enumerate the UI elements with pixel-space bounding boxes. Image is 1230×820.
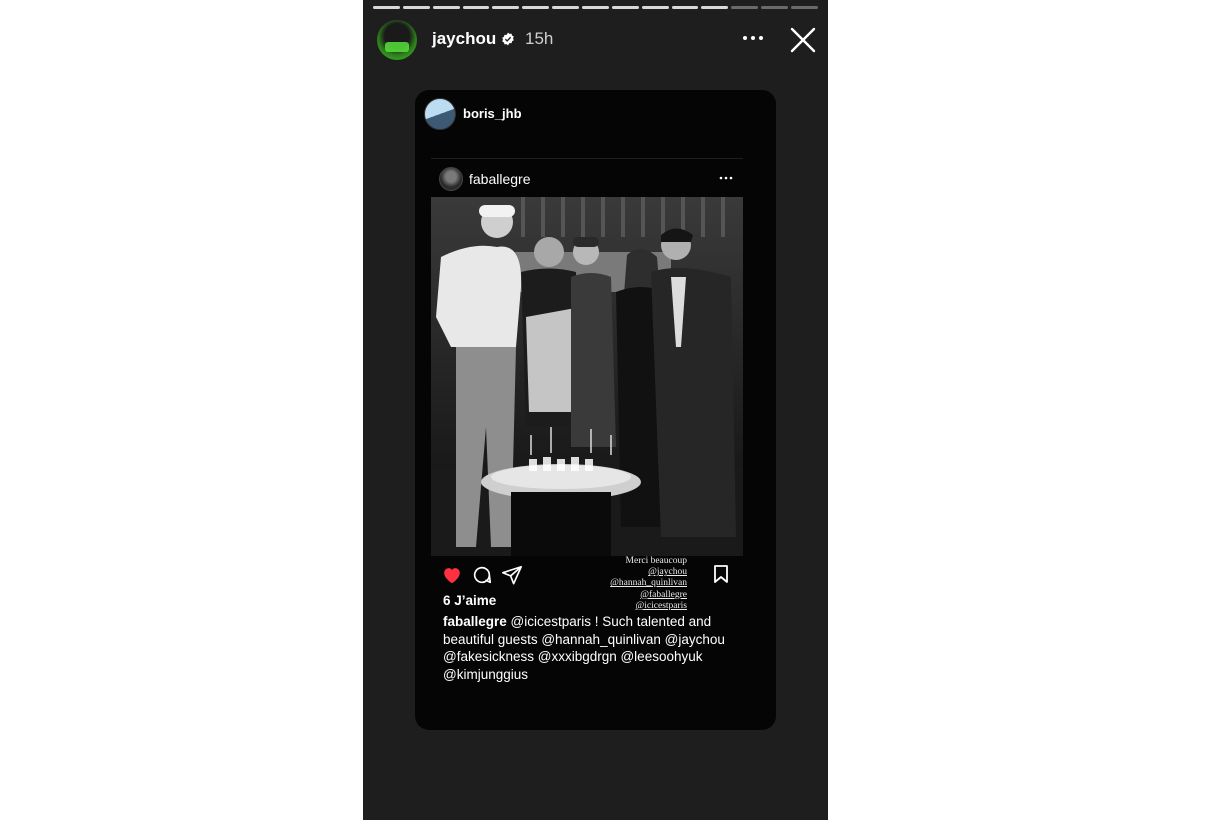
progress-segment <box>492 6 520 9</box>
progress-segment <box>731 6 759 9</box>
divider <box>431 158 743 159</box>
progress-segment <box>522 6 550 9</box>
story-header: jaychou 15h <box>363 16 828 62</box>
progress-segment <box>402 6 430 9</box>
bookmark-icon[interactable] <box>712 564 730 584</box>
heart-icon[interactable] <box>441 564 463 586</box>
author-avatar[interactable] <box>377 20 417 60</box>
sharer-avatar[interactable] <box>424 98 456 130</box>
progress-segment <box>611 6 639 9</box>
post-author-avatar[interactable] <box>439 167 463 191</box>
progress-segment <box>641 6 669 9</box>
post-photo <box>431 197 743 556</box>
progress-segment <box>582 6 609 9</box>
story-viewer: jaychou 15h boris_jhb faballegre Merci b… <box>363 0 828 820</box>
progress-segment <box>373 6 400 9</box>
progress-segment <box>761 6 789 9</box>
post-caption: faballegre @icicestparis ! Such talented… <box>443 613 743 683</box>
send-icon[interactable] <box>501 564 523 586</box>
overlay-tag[interactable]: @jaychou <box>599 567 687 578</box>
verified-badge-icon <box>502 32 514 46</box>
group-photo-illustration <box>431 197 743 556</box>
overlay-thanks-text: Merci beaucoup <box>625 556 687 566</box>
progress-segment <box>791 6 818 9</box>
progress-segment <box>671 6 699 9</box>
progress-segment <box>701 6 729 9</box>
story-text-overlay: Merci beaucoup @jaychou @hannah_quinliva… <box>599 556 687 612</box>
overlay-tag[interactable]: @faballegre <box>599 590 687 601</box>
overlay-tag[interactable]: @hannah_quinlivan <box>599 578 687 589</box>
more-icon[interactable] <box>741 28 765 48</box>
author-username[interactable]: jaychou <box>432 29 496 49</box>
sharer-username[interactable]: boris_jhb <box>463 106 522 121</box>
shared-post-card[interactable]: boris_jhb faballegre Merci beaucoup @jay… <box>415 90 776 730</box>
likes-count[interactable]: 6 J’aime <box>443 593 496 608</box>
comment-icon[interactable] <box>471 564 493 586</box>
caption-author[interactable]: faballegre <box>443 614 507 629</box>
overlay-tag[interactable]: @icicestparis <box>599 601 687 612</box>
post-author-username[interactable]: faballegre <box>469 171 531 187</box>
story-progress-bar <box>373 6 818 9</box>
progress-segment <box>462 6 490 9</box>
close-icon[interactable] <box>789 26 817 54</box>
post-more-icon[interactable] <box>719 175 733 181</box>
post-time: 15h <box>525 29 554 48</box>
progress-segment <box>552 6 580 9</box>
progress-segment <box>432 6 460 9</box>
